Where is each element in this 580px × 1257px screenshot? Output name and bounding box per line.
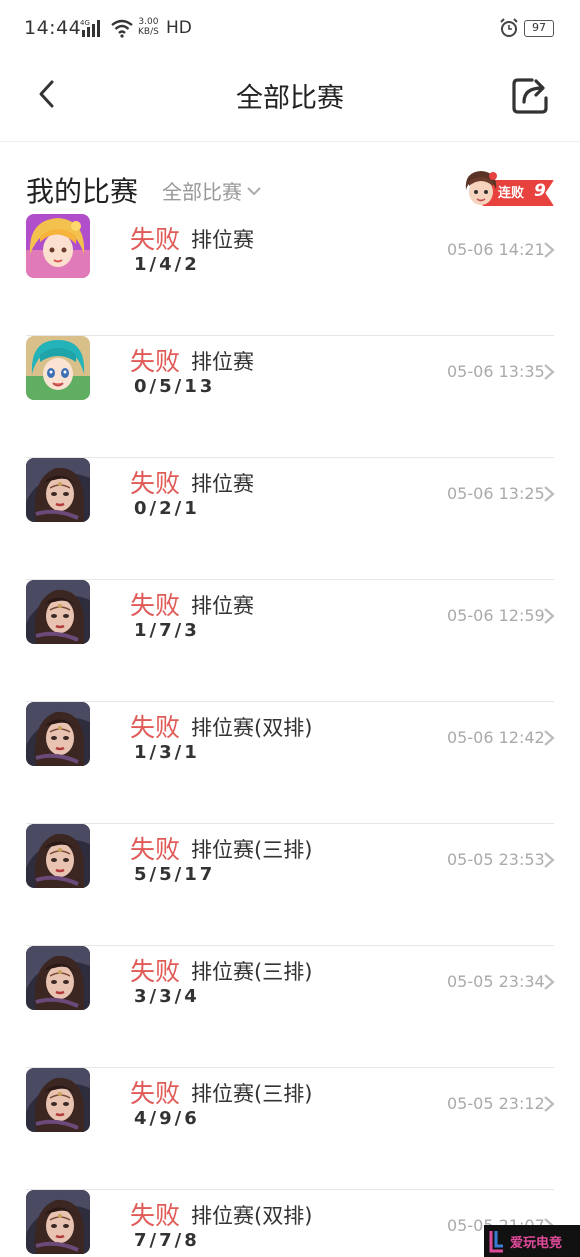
share-icon[interactable] [508,72,554,118]
streak-character-icon [465,171,497,205]
match-mode: 排位赛(双排) [191,1204,313,1228]
clock: 14:44 [24,17,82,39]
watermark-logo-icon [489,1231,503,1253]
match-kda: 3/3/4 [134,986,200,1007]
hero-avatar [26,214,90,278]
match-time: 05-06 13:25 [447,484,545,503]
hero-avatar [26,580,90,644]
match-result: 失败 [130,1201,181,1230]
hero-avatar [26,702,90,766]
match-result: 失败 [130,957,181,986]
hero-avatar [26,458,90,522]
match-time: 05-05 23:34 [447,972,545,991]
watermark: 爱玩电竞 [484,1225,580,1257]
chevron-right-icon [544,730,555,746]
match-time: 05-05 23:12 [447,1094,545,1113]
match-mode: 排位赛(三排) [191,838,313,862]
alarm-icon [500,18,518,37]
match-mode: 排位赛(三排) [191,960,313,984]
chevron-right-icon [544,852,555,868]
match-result: 失败 [130,591,181,620]
match-row[interactable]: 失败 排位赛 1/4/2 05-06 14:21 [0,214,580,336]
page-title: 全部比赛 [236,83,344,114]
section-header: 我的比赛 全部比赛 连败 9 [0,160,580,216]
match-time: 05-06 12:42 [447,728,545,747]
match-mode: 排位赛(三排) [191,1082,313,1106]
chevron-right-icon [544,608,555,624]
match-row[interactable]: 失败 排位赛 0/2/1 05-06 13:25 [0,458,580,580]
nav-bar: 全部比赛 [0,58,580,142]
match-time: 05-06 12:59 [447,606,545,625]
match-mode: 排位赛 [191,350,254,374]
speed-unit: KB/S [138,27,159,37]
battery-indicator: 97 [524,20,554,37]
filter-label: 全部比赛 [162,180,242,204]
network-speed: 3.00 KB/S [138,17,159,37]
signal-icon: 4G [80,19,100,37]
hero-avatar [26,1068,90,1132]
match-result: 失败 [130,713,181,742]
match-time: 05-06 13:35 [447,362,545,381]
match-row[interactable]: 失败 排位赛(三排) 5/5/17 05-05 23:53 [0,824,580,946]
match-kda: 1/7/3 [134,620,200,641]
match-mode: 排位赛 [191,472,254,496]
match-kda: 1/3/1 [134,742,200,763]
chevron-right-icon [544,242,555,258]
hero-avatar [26,824,90,888]
wifi-icon [111,19,133,38]
chevron-right-icon [544,974,555,990]
match-list: 失败 排位赛 1/4/2 05-06 14:21 失败 排位赛 0/5/13 05-06 13… [0,214,580,1257]
match-kda: 0/2/1 [134,498,200,519]
match-kda: 4/9/6 [134,1108,200,1129]
hero-avatar [26,336,90,400]
streak-count: 9 [534,181,546,201]
chevron-down-icon [247,186,261,195]
losing-streak-badge: 连败 9 [460,168,556,212]
match-result: 失败 [130,469,181,498]
match-mode: 排位赛 [191,594,254,618]
match-row[interactable]: 失败 排位赛 0/5/13 05-06 13:35 [0,336,580,458]
match-kda: 0/5/13 [134,376,216,397]
match-result: 失败 [130,1079,181,1108]
match-row[interactable]: 失败 排位赛(双排) 1/3/1 05-06 12:42 [0,702,580,824]
match-kda: 1/4/2 [134,254,200,275]
hero-avatar [26,1190,90,1254]
match-kda: 7/7/8 [134,1230,200,1251]
match-kda: 5/5/17 [134,864,216,885]
match-result: 失败 [130,835,181,864]
chevron-right-icon [544,364,555,380]
match-row[interactable]: 失败 排位赛 1/7/3 05-06 12:59 [0,580,580,702]
status-bar: 14:44 4G 3.00 KB/S HD 97 [0,0,580,58]
hero-avatar [26,946,90,1010]
svg-text:4G: 4G [80,19,90,27]
match-filter-dropdown[interactable]: 全部比赛 [162,176,262,205]
match-time: 05-05 23:53 [447,850,545,869]
chevron-right-icon [544,486,555,502]
match-row[interactable]: 失败 排位赛(三排) 4/9/6 05-05 23:12 [0,1068,580,1190]
speed-value: 3.00 [138,17,159,27]
match-mode: 排位赛 [191,228,254,252]
match-mode: 排位赛(双排) [191,716,313,740]
match-row[interactable]: 失败 排位赛(三排) 3/3/4 05-05 23:34 [0,946,580,1068]
match-result: 失败 [130,225,181,254]
match-result: 失败 [130,347,181,376]
chevron-right-icon [544,1096,555,1112]
watermark-text: 爱玩电竞 [510,1235,563,1251]
section-title: 我的比赛 [26,175,139,208]
hd-indicator: HD [166,18,192,38]
match-time: 05-06 14:21 [447,240,545,259]
